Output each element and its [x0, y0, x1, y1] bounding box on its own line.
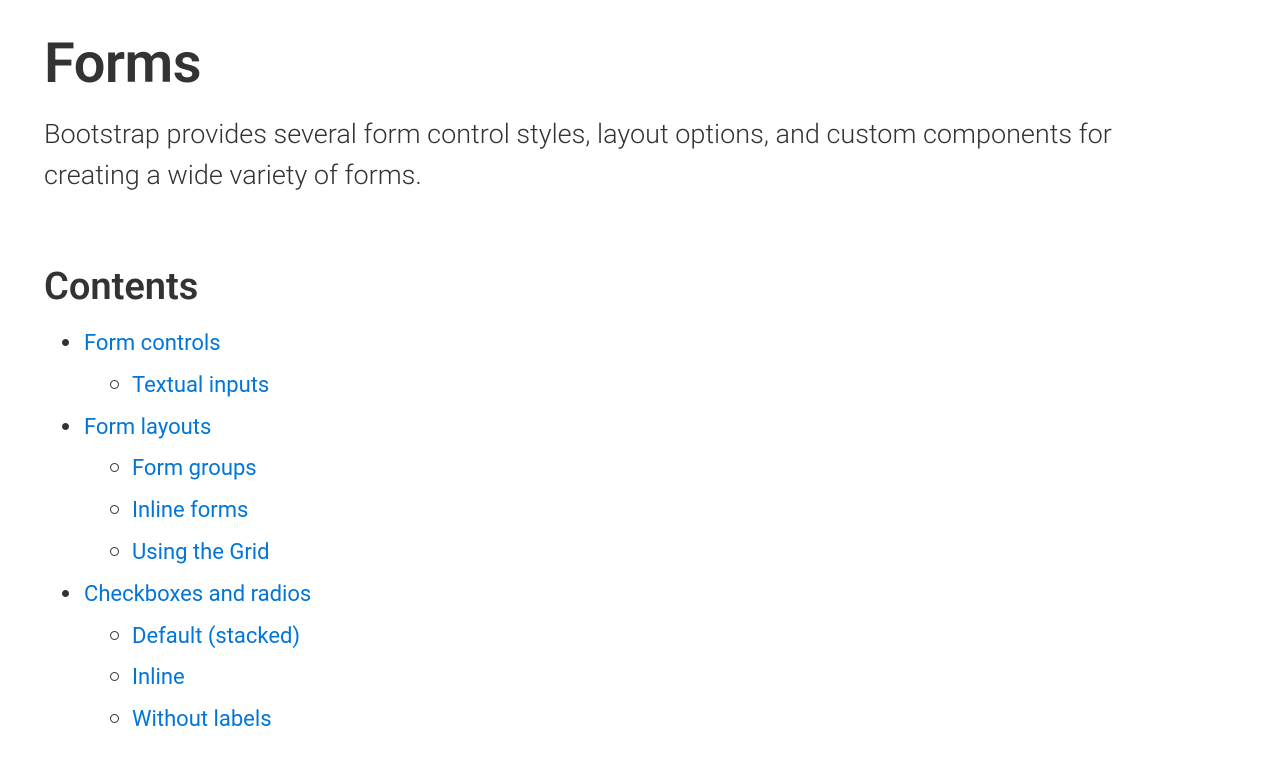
toc-item: Form controls Textual inputs [84, 323, 1220, 407]
toc-link-inline[interactable]: Inline [132, 665, 185, 690]
toc-link-without-labels[interactable]: Without labels [132, 707, 272, 732]
page-lead: Bootstrap provides several form control … [44, 114, 1204, 195]
toc-sublist: Textual inputs [84, 365, 1220, 407]
toc-link-using-the-grid[interactable]: Using the Grid [132, 540, 270, 565]
toc-link-textual-inputs[interactable]: Textual inputs [132, 373, 269, 398]
toc-sublist: Default (stacked) Inline Without labels [84, 616, 1220, 741]
toc-subitem: Form groups [132, 448, 1220, 490]
table-of-contents: Form controls Textual inputs Form layout… [44, 323, 1220, 741]
toc-link-checkboxes-radios[interactable]: Checkboxes and radios [84, 582, 311, 607]
toc-link-form-groups[interactable]: Form groups [132, 456, 257, 481]
toc-link-default-stacked[interactable]: Default (stacked) [132, 624, 300, 649]
toc-subitem: Inline [132, 657, 1220, 699]
toc-link-form-controls[interactable]: Form controls [84, 331, 221, 356]
toc-subitem: Inline forms [132, 490, 1220, 532]
toc-link-form-layouts[interactable]: Form layouts [84, 415, 211, 440]
toc-subitem: Without labels [132, 699, 1220, 741]
toc-item: Checkboxes and radios Default (stacked) … [84, 574, 1220, 741]
toc-item: Form layouts Form groups Inline forms Us… [84, 407, 1220, 574]
toc-subitem: Default (stacked) [132, 616, 1220, 658]
page-title: Forms [44, 30, 1220, 96]
toc-subitem: Using the Grid [132, 532, 1220, 574]
toc-subitem: Textual inputs [132, 365, 1220, 407]
contents-heading: Contents [44, 265, 1220, 309]
toc-sublist: Form groups Inline forms Using the Grid [84, 448, 1220, 573]
toc-link-inline-forms[interactable]: Inline forms [132, 498, 248, 523]
